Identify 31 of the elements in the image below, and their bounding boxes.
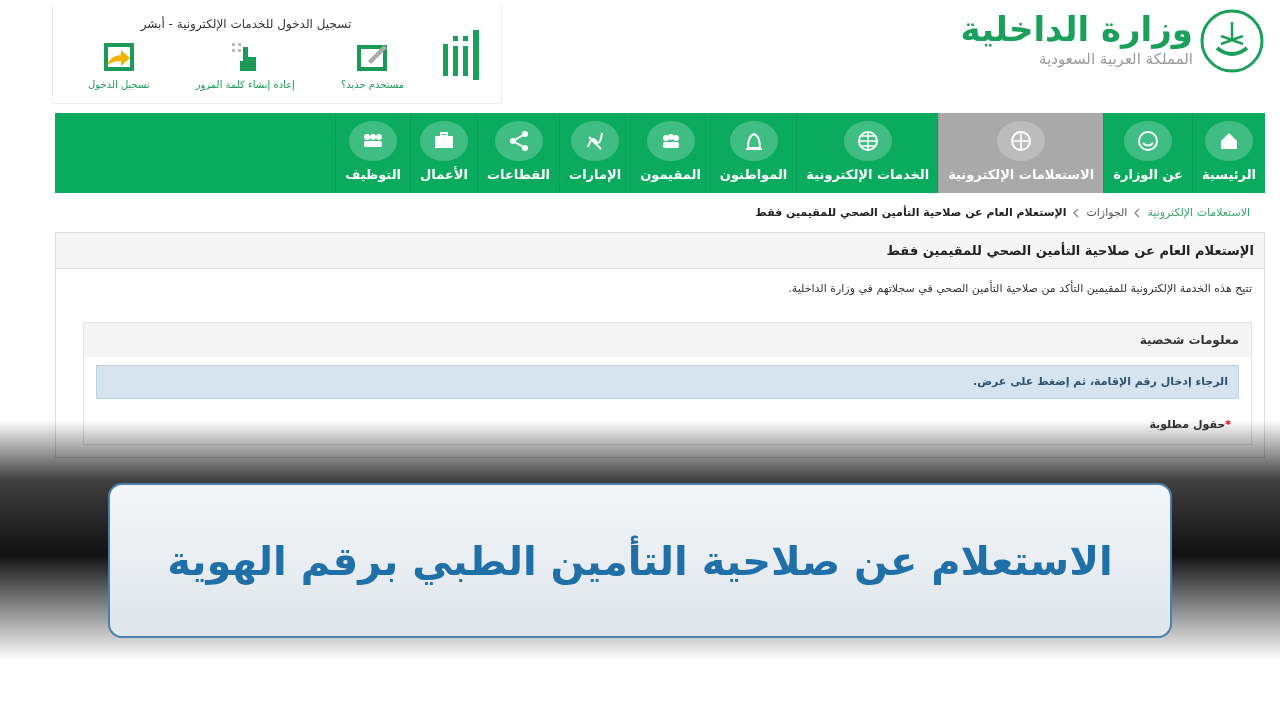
login-link[interactable]: تسجيل الدخول — [88, 41, 150, 92]
nav-tab[interactable]: الخدمات الإلكترونية — [796, 113, 939, 193]
nav-tab[interactable]: المواطنون — [709, 113, 797, 193]
nav-tab[interactable]: الرئيسية — [1191, 113, 1265, 193]
login-title: تسجيل الدخول للخدمات الإلكترونية - أبشر — [139, 15, 353, 33]
chevron-icon — [1072, 208, 1081, 219]
globe-icon — [855, 129, 880, 154]
banner-title: الاستعلام عن صلاحية التأمين الطبي برقم الهوية — [167, 534, 1113, 587]
chevron-icon — [1133, 208, 1142, 219]
description-text: تتيح هذه الخدمة الإلكترونية للمقيمين التأكد من صلاحية التأمين الصحي في سجلاتهم في وزارة الداخلية. — [787, 281, 1252, 297]
nav-tab[interactable]: التوظيف — [335, 113, 410, 193]
breadcrumb-item: الإستعلام العام عن صلاحية التأمين الصحي للمقيمين فقط — [755, 205, 1067, 221]
breadcrumb-item: الجوازات — [1086, 205, 1128, 221]
nav-tab[interactable]: المقيمون — [630, 113, 710, 193]
nav-tab[interactable]: الاستعلامات الإلكترونية — [938, 113, 1104, 193]
info-alert: الرجاء إدخال رقم الإقامة، ثم إضغط على عرض. — [96, 364, 1239, 399]
ministry-name: وزارة الداخلية — [960, 11, 1193, 49]
globe-icon — [1009, 129, 1034, 154]
nav-tab[interactable]: الأعمال — [410, 113, 477, 193]
required-note: حقول مطلوبة — [1149, 418, 1226, 431]
nav-tab[interactable]: القطاعات — [477, 113, 560, 193]
login-link[interactable]: مستخدم جديد؟ — [340, 41, 404, 92]
required-mark: * — [1225, 418, 1231, 431]
panel-title: الإستعلام العام عن صلاحية التأمين الصحي للمقيمين فقط — [56, 232, 1264, 269]
country-name: المملكة العربية السعودية — [1038, 50, 1193, 71]
section-title: معلومات شخصية — [84, 322, 1251, 357]
breadcrumb-link[interactable]: الاستعلامات الإلكترونية — [1147, 205, 1250, 222]
nav-tab[interactable]: الإمارات — [559, 113, 631, 193]
enter-icon — [102, 41, 135, 73]
nav-tab[interactable]: عن الوزارة — [1103, 113, 1192, 193]
login-link[interactable]: إعادة إنشاء كلمة المرور — [195, 41, 295, 92]
